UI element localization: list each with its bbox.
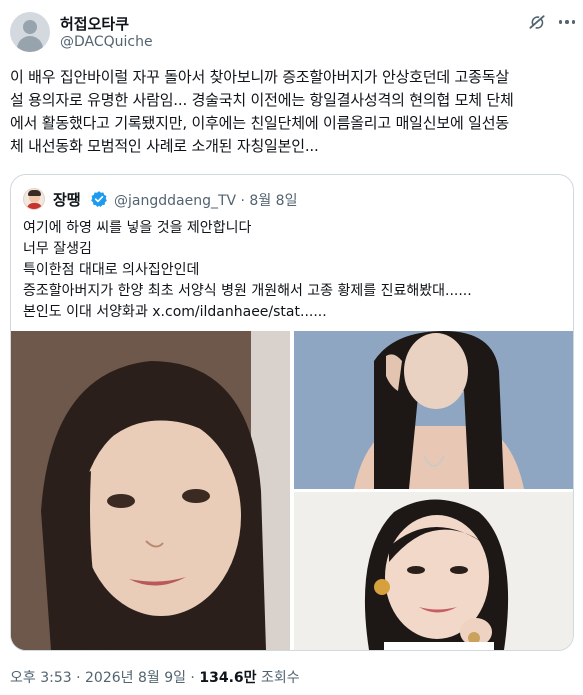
quote-text-line: 본인도 이대 서양화과 x.com/ildanhaee/stat...... [23,304,327,320]
quote-text-line: 증조할아버지가 한양 최초 서양식 병원 개원해서 고종 황제를 진료해봤대..… [23,283,472,299]
tweet-text: 이 배우 집안바이럴 자꾸 돌아서 찾아보니까 증조할아버지가 안상호던데 고종… [10,66,575,158]
view-count: 134.6만 [199,670,257,686]
media-grid [11,331,573,650]
quote-text-line: 너무 잘생김 [23,241,92,257]
photo-pose[interactable] [294,331,573,489]
tweet-text-line: 설 용의자로 유명한 사람임... 경술국치 이전에는 항일결사성격의 현의협 … [10,91,514,109]
quote-handle-date: @jangddaeng_TV · 8월 8일 [114,193,298,209]
quote-avatar[interactable] [23,188,45,210]
author-name[interactable]: 허접오타쿠 [60,13,129,34]
photo-portrait[interactable] [11,331,290,650]
author-handle[interactable]: @DACQuiche [60,34,153,50]
tweet-header: 허접오타쿠 @DACQuiche [10,9,575,57]
quoted-tweet[interactable]: 장땡 @jangddaeng_TV · 8월 8일 여기에 하영 씨를 넣을 것… [10,174,574,651]
grok-icon[interactable] [527,12,547,32]
quote-text-line: 특이한점 대대로 의사집안인데 [23,262,200,278]
quote-text: 여기에 하영 씨를 넣을 것을 제안합니다 너무 잘생김 특이한점 대대로 의사… [23,218,563,323]
quote-author-name[interactable]: 장땡 [53,189,81,210]
view-count-label: 조회수 [256,670,300,686]
more-options-icon[interactable] [557,12,577,32]
tweet-text-line: 이 배우 집안바이럴 자꾸 돌아서 찾아보니까 증조할아버지가 안상호던데 고종… [10,68,509,86]
photo-smile[interactable] [294,492,573,650]
tweet-text-line: 에서 활동했다고 기록됐지만, 이후에는 친일단체에 이름올리고 매일신보에 일… [10,114,509,132]
avatar[interactable] [10,12,50,52]
quote-text-line: 여기에 하영 씨를 넣을 것을 제안합니다 [23,220,252,236]
timestamp[interactable]: 오후 3:53 · 2026년 8월 9일 · [10,670,199,686]
tweet-footer: 오후 3:53 · 2026년 8월 9일 · 134.6만 조회수 [10,667,300,687]
tweet-text-line: 체 내선동화 모범적인 사례로 소개된 자칭일본인... [10,137,319,155]
verified-badge-icon [91,191,107,207]
